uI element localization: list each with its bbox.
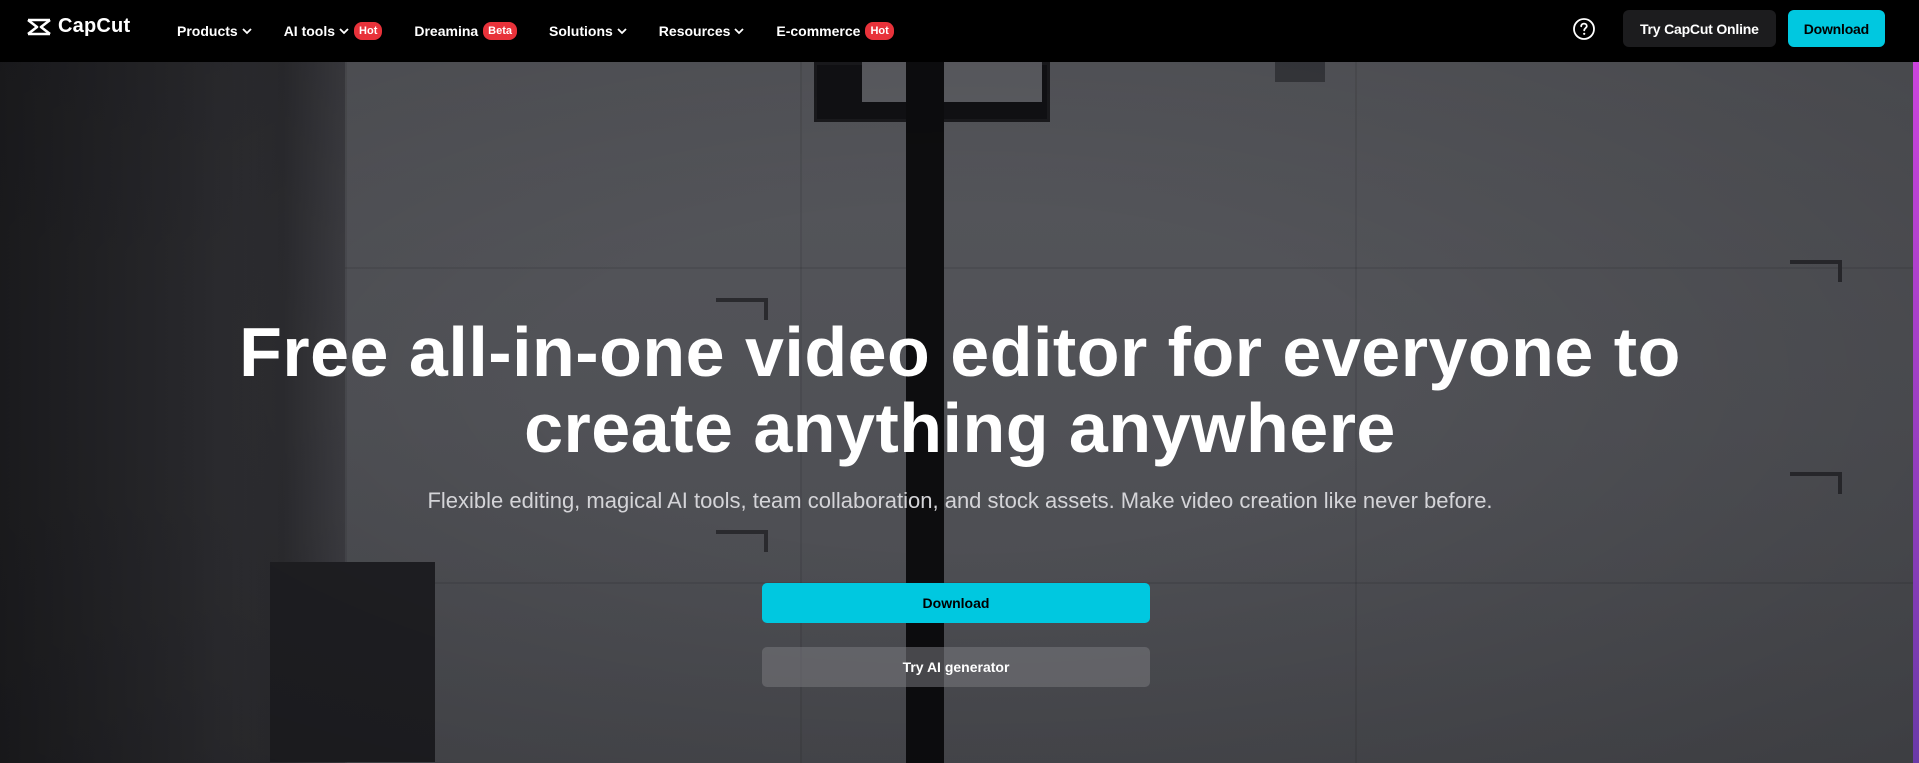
- try-ai-generator-button[interactable]: Try AI generator: [762, 647, 1150, 687]
- chevron-down-icon: [734, 27, 745, 34]
- main-menu: Products AI tools Hot Dreamina Beta Solu…: [177, 0, 926, 62]
- nav-item-resources[interactable]: Resources: [659, 23, 745, 39]
- capcut-logo-icon: [27, 18, 51, 35]
- nav-item-e-commerce[interactable]: E-commerce Hot: [776, 22, 894, 40]
- nav-item-dreamina[interactable]: Dreamina Beta: [414, 22, 518, 40]
- download-button-hero[interactable]: Download: [762, 583, 1150, 623]
- hero-headline: Free all-in-one video editor for everyon…: [239, 313, 1681, 467]
- hero-content: Free all-in-one video editor for everyon…: [0, 62, 1919, 763]
- brand-logo[interactable]: CapCut: [26, 15, 130, 38]
- nav-item-label: E-commerce: [776, 23, 861, 39]
- nav-item-label: Dreamina: [414, 23, 479, 39]
- hot-badge: Hot: [865, 22, 894, 40]
- hero-section: Free all-in-one video editor for everyon…: [0, 62, 1919, 763]
- chevron-down-icon: [339, 27, 349, 34]
- nav-actions: Try CapCut Online Download: [1572, 10, 1885, 47]
- nav-item-products[interactable]: Products: [177, 23, 252, 39]
- try-capcut-online-button[interactable]: Try CapCut Online: [1622, 10, 1776, 47]
- chevron-down-icon: [617, 27, 627, 34]
- hot-badge: Hot: [354, 22, 383, 40]
- nav-item-solutions[interactable]: Solutions: [549, 23, 627, 39]
- brand-name: CapCut: [58, 15, 131, 37]
- top-navbar: CapCut Products AI tools Hot Dreamina Be…: [0, 0, 1919, 62]
- nav-item-ai-tools[interactable]: AI tools Hot: [284, 22, 383, 40]
- nav-item-label: Products: [177, 23, 238, 39]
- chevron-down-icon: [242, 27, 252, 34]
- help-circle-icon[interactable]: [1572, 17, 1596, 41]
- hero-subheadline: Flexible editing, magical AI tools, team…: [427, 488, 1493, 513]
- download-button-top[interactable]: Download: [1787, 10, 1885, 47]
- nav-item-label: Solutions: [549, 23, 613, 39]
- beta-badge: Beta: [483, 22, 518, 40]
- nav-item-label: Resources: [658, 23, 731, 39]
- nav-item-label: AI tools: [283, 23, 336, 39]
